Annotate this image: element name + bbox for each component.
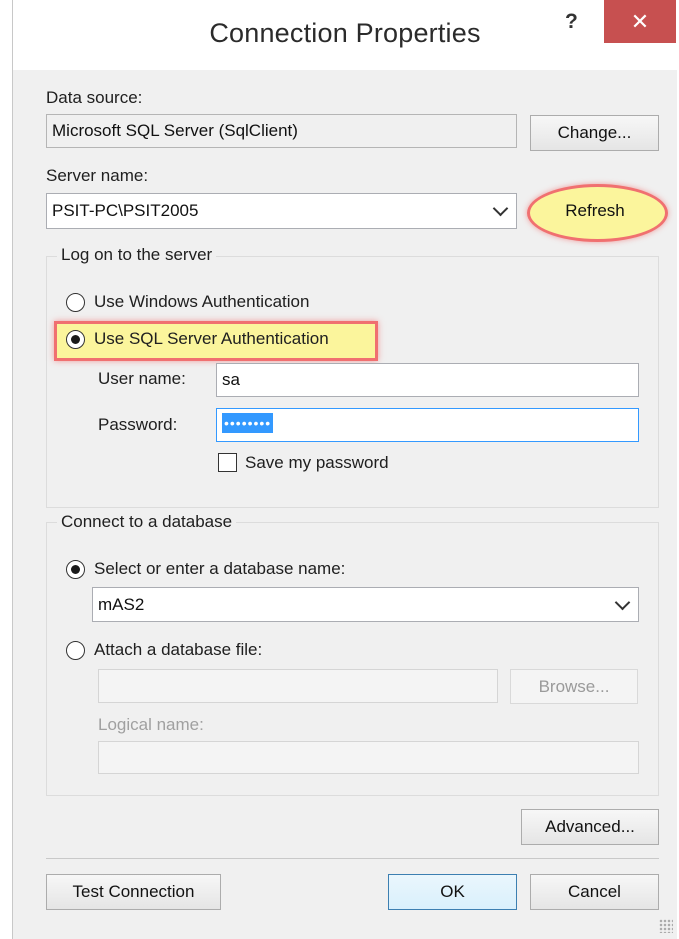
password-input[interactable]: •••••••• [216, 408, 639, 442]
ok-button[interactable]: OK [388, 874, 517, 910]
password-value: •••••••• [222, 413, 274, 433]
chevron-down-icon[interactable] [614, 594, 631, 611]
logical-name-label: Logical name: [98, 715, 204, 734]
close-button[interactable]: ✕ [604, 0, 676, 43]
select-database-radio[interactable] [66, 560, 85, 579]
browse-button[interactable]: Browse... [510, 669, 638, 704]
server-name-value: PSIT-PC\PSIT2005 [52, 201, 199, 220]
save-password-label[interactable]: Save my password [245, 453, 389, 473]
username-label: User name: [98, 369, 186, 388]
change-button[interactable]: Change... [530, 115, 659, 151]
windows-auth-label[interactable]: Use Windows Authentication [94, 292, 309, 312]
database-name-combobox[interactable]: mAS2 [92, 587, 639, 622]
attach-file-input[interactable] [98, 669, 498, 703]
footer-separator [46, 858, 659, 859]
sql-auth-radio[interactable] [66, 330, 85, 349]
data-source-field: Microsoft SQL Server (SqlClient) [46, 114, 517, 148]
windows-auth-radio[interactable] [66, 293, 85, 312]
refresh-button[interactable]: Refresh [545, 195, 645, 227]
data-source-label: Data source: [46, 88, 143, 107]
server-name-label: Server name: [46, 166, 149, 185]
connection-properties-dialog: Connection Properties ? ✕ Data source: M… [0, 0, 679, 939]
close-icon: ✕ [630, 9, 650, 34]
logon-group-title: Log on to the server [57, 245, 217, 265]
chevron-down-icon[interactable] [492, 200, 509, 217]
resize-grip-icon[interactable] [659, 919, 673, 933]
password-label: Password: [98, 415, 178, 434]
username-input[interactable]: sa [216, 363, 639, 397]
attach-database-radio[interactable] [66, 641, 85, 660]
logical-name-input[interactable] [98, 741, 639, 774]
help-button[interactable]: ? [565, 10, 578, 34]
test-connection-button[interactable]: Test Connection [46, 874, 221, 910]
database-group-title: Connect to a database [57, 512, 237, 532]
server-name-combobox[interactable]: PSIT-PC\PSIT2005 [46, 193, 517, 229]
attach-database-label[interactable]: Attach a database file: [94, 640, 262, 660]
advanced-button[interactable]: Advanced... [521, 809, 659, 845]
database-name-value: mAS2 [98, 595, 145, 614]
cancel-button[interactable]: Cancel [530, 874, 659, 910]
save-password-checkbox[interactable] [218, 453, 237, 472]
sql-auth-label[interactable]: Use SQL Server Authentication [94, 329, 329, 349]
select-database-label[interactable]: Select or enter a database name: [94, 559, 345, 579]
window-left-border [0, 0, 13, 939]
